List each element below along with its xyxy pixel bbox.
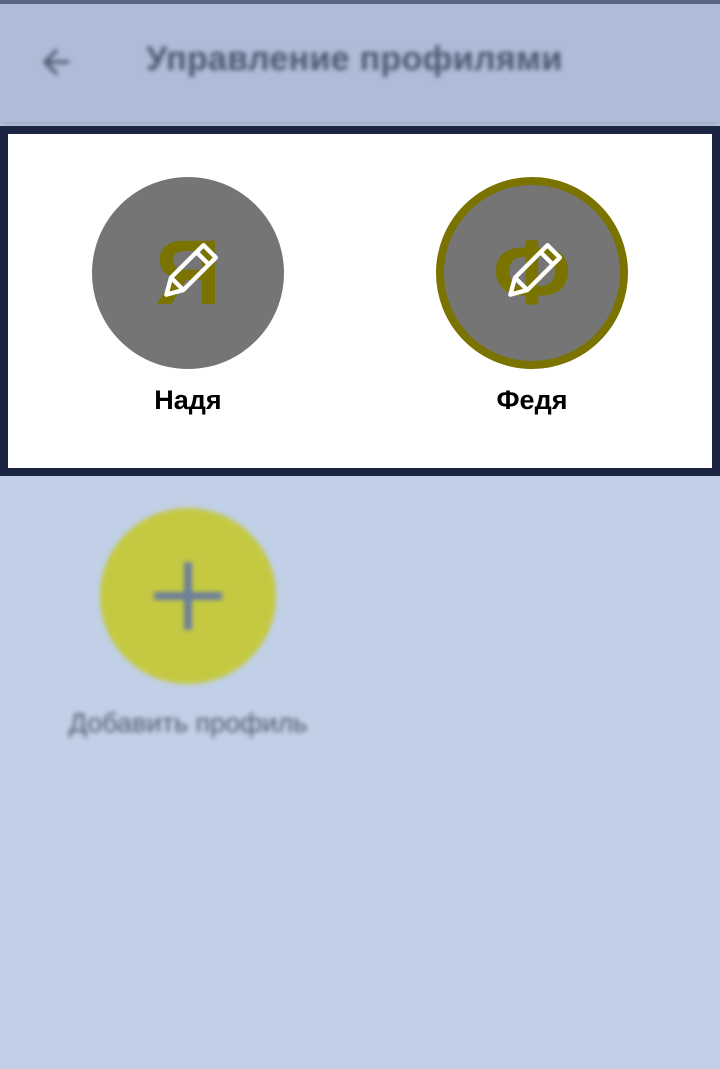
page-title: Управление профилями (146, 40, 563, 78)
plus-icon (154, 562, 222, 630)
add-profile-button[interactable]: Добавить профиль (60, 508, 320, 748)
add-profile-circle[interactable] (100, 508, 276, 684)
profile-card[interactable]: Я Надя (68, 177, 308, 437)
profile-name: Федя (496, 385, 568, 415)
profile-card[interactable]: Ф Федя (412, 177, 652, 437)
pencil-icon[interactable] (153, 238, 223, 308)
app-bar: Управление профилями (0, 4, 720, 122)
add-profile-label: Добавить профиль (68, 708, 308, 738)
profile-name: Надя (154, 385, 222, 415)
profiles-panel: Я Надя Ф Федя (0, 126, 720, 476)
profile-avatar[interactable]: Я (92, 177, 284, 369)
profile-avatar-selected[interactable]: Ф (436, 177, 628, 369)
pencil-icon[interactable] (497, 238, 567, 308)
arrow-left-icon[interactable] (36, 42, 76, 82)
